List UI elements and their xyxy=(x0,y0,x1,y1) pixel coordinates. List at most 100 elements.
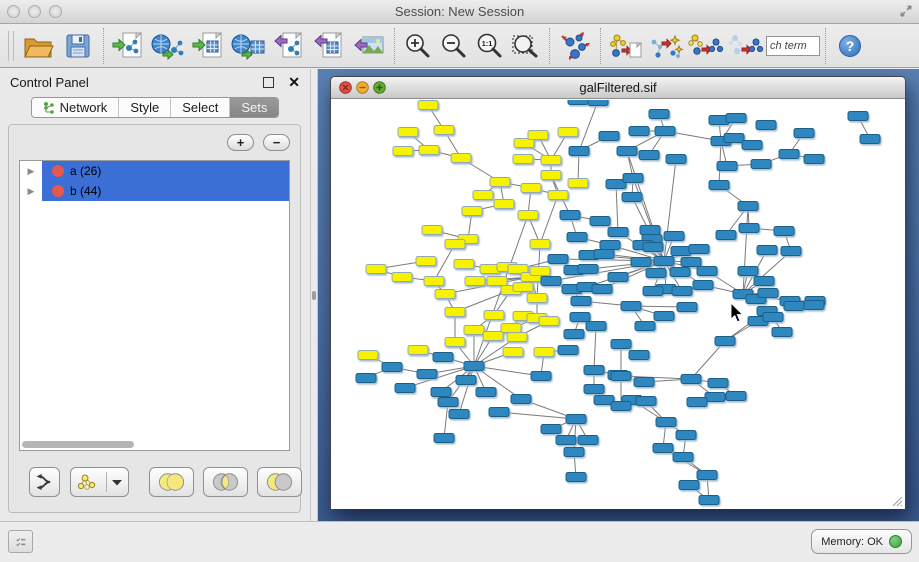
network-node-yellow[interactable] xyxy=(539,317,559,326)
network-node-blue[interactable] xyxy=(586,322,606,331)
network-node-yellow[interactable] xyxy=(518,211,538,220)
network-node-yellow[interactable] xyxy=(501,324,521,333)
network-node-blue[interactable] xyxy=(654,257,674,266)
network-node-blue[interactable] xyxy=(848,112,868,121)
network-node-blue[interactable] xyxy=(784,302,804,311)
network-node-yellow[interactable] xyxy=(462,207,482,216)
zoom-in-icon[interactable] xyxy=(400,27,436,65)
network-node-blue[interactable] xyxy=(569,147,589,156)
search-input[interactable] xyxy=(766,36,820,56)
network-node-blue[interactable] xyxy=(726,392,746,401)
network-node-yellow[interactable] xyxy=(422,226,442,235)
network-node-blue[interactable] xyxy=(664,232,684,241)
network-node-blue[interactable] xyxy=(715,337,735,346)
zoom-window-button[interactable] xyxy=(49,5,62,18)
network-node-blue[interactable] xyxy=(717,162,737,171)
network-node-yellow[interactable] xyxy=(445,308,465,317)
network-node-blue[interactable] xyxy=(531,372,551,381)
network-node-yellow[interactable] xyxy=(451,154,471,163)
network-node-blue[interactable] xyxy=(592,285,612,294)
union-button[interactable] xyxy=(149,467,194,497)
network-node-yellow[interactable] xyxy=(408,346,428,355)
network-node-blue[interactable] xyxy=(578,436,598,445)
network-node-blue[interactable] xyxy=(655,127,675,136)
network-node-yellow[interactable] xyxy=(487,277,507,286)
network-node-blue[interactable] xyxy=(600,241,620,250)
minimize-window-button[interactable] xyxy=(28,5,41,18)
new-network-unselected-icon[interactable] xyxy=(726,27,766,65)
network-node-blue[interactable] xyxy=(671,247,691,256)
create-set-menu-button[interactable] xyxy=(70,467,129,497)
network-node-blue[interactable] xyxy=(556,436,576,445)
network-node-yellow[interactable] xyxy=(454,260,474,269)
import-table-web-icon[interactable] xyxy=(229,27,269,65)
network-node-blue[interactable] xyxy=(679,481,699,490)
tab-select[interactable]: Select xyxy=(170,98,229,117)
export-image-icon[interactable] xyxy=(349,27,389,65)
network-node-blue[interactable] xyxy=(434,434,454,443)
network-node-blue[interactable] xyxy=(356,374,376,383)
network-node-blue[interactable] xyxy=(673,453,693,462)
network-node-blue[interactable] xyxy=(709,181,729,190)
network-node-blue[interactable] xyxy=(617,147,637,156)
network-node-blue[interactable] xyxy=(431,388,451,397)
task-history-button[interactable] xyxy=(8,530,33,553)
network-node-blue[interactable] xyxy=(623,174,643,183)
network-node-yellow[interactable] xyxy=(490,178,510,187)
network-node-blue[interactable] xyxy=(666,155,686,164)
network-node-yellow[interactable] xyxy=(434,126,454,135)
network-node-blue[interactable] xyxy=(640,226,660,235)
network-node-blue[interactable] xyxy=(588,100,608,106)
network-node-blue[interactable] xyxy=(599,132,619,141)
network-node-blue[interactable] xyxy=(608,273,628,282)
network-node-yellow[interactable] xyxy=(530,267,550,276)
network-node-blue[interactable] xyxy=(860,135,880,144)
network-node-blue[interactable] xyxy=(639,151,659,160)
network-node-blue[interactable] xyxy=(564,330,584,339)
network-node-yellow[interactable] xyxy=(483,332,503,341)
splitter-grip[interactable] xyxy=(312,291,316,300)
network-node-blue[interactable] xyxy=(681,375,701,384)
network-node-blue[interactable] xyxy=(584,366,604,375)
intersection-button[interactable] xyxy=(203,467,248,497)
network-node-blue[interactable] xyxy=(756,121,776,130)
network-node-blue[interactable] xyxy=(649,110,669,119)
select-neighbors-icon[interactable] xyxy=(646,27,686,65)
network-node-blue[interactable] xyxy=(643,243,663,252)
network-node-yellow[interactable] xyxy=(513,155,533,164)
network-node-blue[interactable] xyxy=(726,114,746,123)
network-node-blue[interactable] xyxy=(558,346,578,355)
network-node-blue[interactable] xyxy=(781,247,801,256)
network-node-yellow[interactable] xyxy=(424,277,444,286)
network-node-blue[interactable] xyxy=(676,431,696,440)
network-node-blue[interactable] xyxy=(754,277,774,286)
network-node-blue[interactable] xyxy=(611,402,631,411)
network-node-yellow[interactable] xyxy=(435,290,455,299)
network-node-blue[interactable] xyxy=(629,127,649,136)
network-node-yellow[interactable] xyxy=(445,338,465,347)
network-node-blue[interactable] xyxy=(631,258,651,267)
set-list-item[interactable]: ▶b (44) xyxy=(20,181,289,201)
network-node-blue[interactable] xyxy=(621,302,641,311)
minimize-network-icon[interactable] xyxy=(356,81,369,94)
network-node-blue[interactable] xyxy=(689,245,709,254)
network-node-blue[interactable] xyxy=(672,287,692,296)
network-node-blue[interactable] xyxy=(804,155,824,164)
network-node-yellow[interactable] xyxy=(503,348,523,357)
split-set-button[interactable] xyxy=(29,467,60,497)
network-node-blue[interactable] xyxy=(738,267,758,276)
network-node-yellow[interactable] xyxy=(416,257,436,266)
network-node-blue[interactable] xyxy=(476,388,496,397)
network-node-blue[interactable] xyxy=(417,370,437,379)
close-network-icon[interactable] xyxy=(339,81,352,94)
network-node-blue[interactable] xyxy=(395,384,415,393)
network-node-yellow[interactable] xyxy=(366,265,386,274)
network-node-blue[interactable] xyxy=(489,408,509,417)
network-node-blue[interactable] xyxy=(568,100,588,105)
network-node-yellow[interactable] xyxy=(548,191,568,200)
network-node-blue[interactable] xyxy=(646,269,666,278)
network-node-blue[interactable] xyxy=(564,448,584,457)
network-node-blue[interactable] xyxy=(739,224,759,233)
network-node-yellow[interactable] xyxy=(445,240,465,249)
network-node-yellow[interactable] xyxy=(484,311,504,320)
